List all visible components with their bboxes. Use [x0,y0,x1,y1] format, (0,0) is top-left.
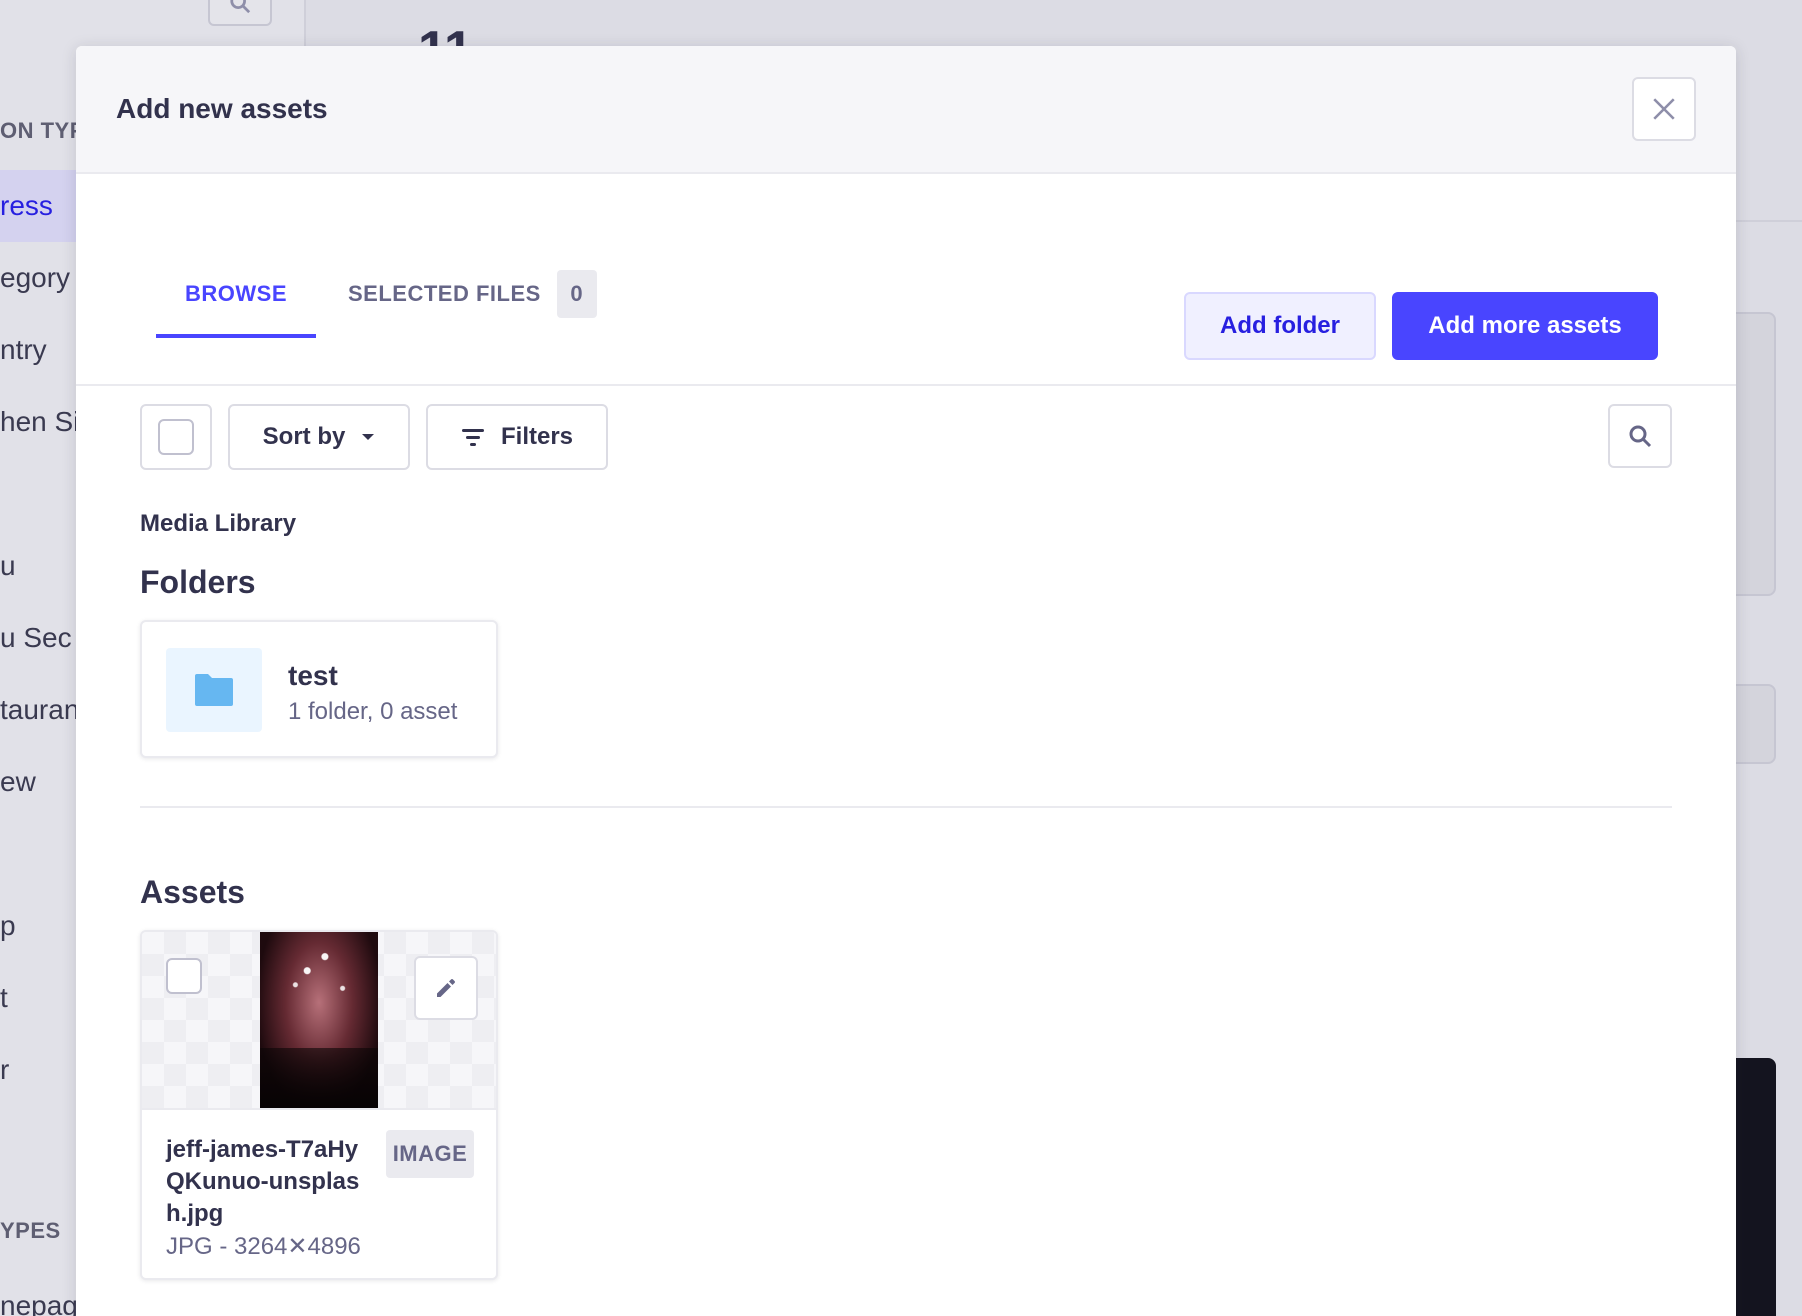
select-all-checkbox[interactable] [158,419,194,455]
filters-label: Filters [500,423,574,450]
sidebar-item[interactable]: tauran [0,694,79,726]
asset-meta: JPG - 3264✕4896 [166,1233,361,1260]
modal-title: Add new assets [116,93,328,124]
assets-title: Assets [140,874,245,910]
tab-browse[interactable]: BROWSE [156,254,316,338]
selected-count-badge: 0 [556,270,597,318]
select-all-wrapper [140,404,212,470]
pencil-icon [437,979,455,997]
tabs-row: BROWSE SELECTED FILES 0 Add folder Add m… [76,176,1736,386]
folder-icon-box [166,648,262,732]
filter-icon [461,429,484,446]
sidebar-item[interactable]: u Sec [0,622,72,654]
search-icon [1629,425,1652,448]
asset-thumbnail [260,932,378,1108]
sidebar-item[interactable]: egory [0,262,70,294]
sidebar-section-label: YPES [0,1218,61,1243]
search-icon [230,0,251,14]
asset-checkbox[interactable] [166,958,202,994]
sidebar-item[interactable]: ew [0,766,36,798]
modal-header: Add new assets [76,46,1736,174]
sidebar-item[interactable]: u [0,550,16,582]
sort-by-button[interactable]: Sort by [228,404,410,470]
folder-name: test [288,660,338,691]
sidebar-item[interactable]: hen Si [0,406,79,438]
filters-button[interactable]: Filters [426,404,608,470]
sort-by-label: Sort by [262,423,346,450]
breadcrumb[interactable]: Media Library [140,510,296,538]
sidebar-item[interactable]: p [0,910,16,942]
folder-card[interactable]: test 1 folder, 0 asset [140,620,498,758]
add-more-assets-button[interactable]: Add more assets [1392,292,1658,360]
thumbnail-shadow [260,1048,378,1108]
add-folder-button[interactable]: Add folder [1184,292,1376,360]
asset-name: jeff-james-T7aHyQKunuo-unsplash.jpg [166,1136,360,1227]
section-divider [140,806,1672,808]
toolbar: Sort by Filters [140,404,1672,472]
close-icon [1653,98,1675,120]
folder-icon [195,674,233,706]
sidebar-item[interactable]: ntry [0,334,47,366]
search-button[interactable] [1608,404,1672,468]
sidebar-section-label: ON TYP [0,118,85,143]
background-search-button[interactable] [208,0,272,26]
sidebar-item[interactable]: r [0,1054,9,1086]
asset-type-badge: IMAGE [386,1130,474,1178]
sidebar-item[interactable]: t [0,982,8,1014]
folder-meta: 1 folder, 0 asset [288,698,458,725]
asset-card[interactable]: jeff-james-T7aHyQKunuo-unsplash.jpg IMAG… [140,930,498,1280]
asset-preview [142,932,496,1110]
close-button[interactable] [1632,77,1696,141]
add-assets-modal: Add new assets BROWSE SELECTED FILES 0 A… [76,46,1736,1316]
tab-selected-files[interactable]: SELECTED FILES 0 [348,254,597,334]
folders-title: Folders [140,564,256,600]
tab-selected-files-label: SELECTED FILES [348,281,541,306]
caret-down-icon [362,434,375,440]
edit-asset-button[interactable] [414,956,478,1020]
